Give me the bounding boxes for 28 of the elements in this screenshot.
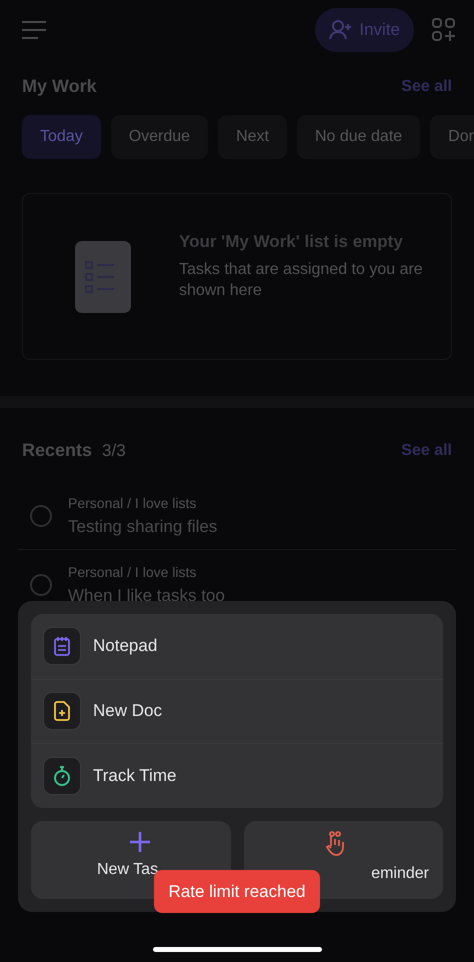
checklist-icon bbox=[75, 240, 131, 312]
filter-tab[interactable]: No due date bbox=[296, 115, 420, 159]
section-title: Recents bbox=[22, 440, 92, 460]
section-title: My Work bbox=[22, 76, 97, 97]
filter-tab[interactable]: Today bbox=[22, 115, 101, 159]
invite-button[interactable]: Invite bbox=[315, 8, 414, 52]
recents-count: 3/3 bbox=[102, 441, 126, 460]
task-path: Personal / I love lists bbox=[68, 495, 198, 511]
menu-icon[interactable] bbox=[22, 21, 46, 39]
apps-add-icon[interactable] bbox=[432, 18, 456, 42]
see-all-link[interactable]: See all bbox=[401, 442, 452, 460]
see-all-link[interactable]: See all bbox=[401, 78, 452, 96]
filter-tab[interactable]: Next bbox=[218, 115, 287, 159]
menu-item[interactable]: Notepad bbox=[31, 614, 443, 678]
menu-item[interactable]: New Doc bbox=[31, 678, 443, 743]
empty-description: Tasks that are assigned to you are shown here bbox=[179, 260, 424, 300]
task-name[interactable]: Testing sharing files bbox=[68, 517, 218, 537]
document-plus-icon bbox=[53, 701, 71, 722]
stopwatch-icon bbox=[53, 766, 71, 786]
task-path: Personal / I love lists bbox=[68, 564, 198, 580]
filter-tab[interactable]: Overdue bbox=[110, 115, 208, 159]
task-checkbox[interactable] bbox=[30, 505, 52, 527]
plus-icon bbox=[129, 830, 151, 852]
task-checkbox[interactable] bbox=[30, 574, 52, 596]
filter-tab[interactable]: Dor bbox=[430, 115, 474, 159]
menu-item[interactable]: Track Time bbox=[31, 743, 443, 808]
add-user-icon bbox=[329, 20, 354, 40]
notepad-icon bbox=[53, 636, 71, 656]
